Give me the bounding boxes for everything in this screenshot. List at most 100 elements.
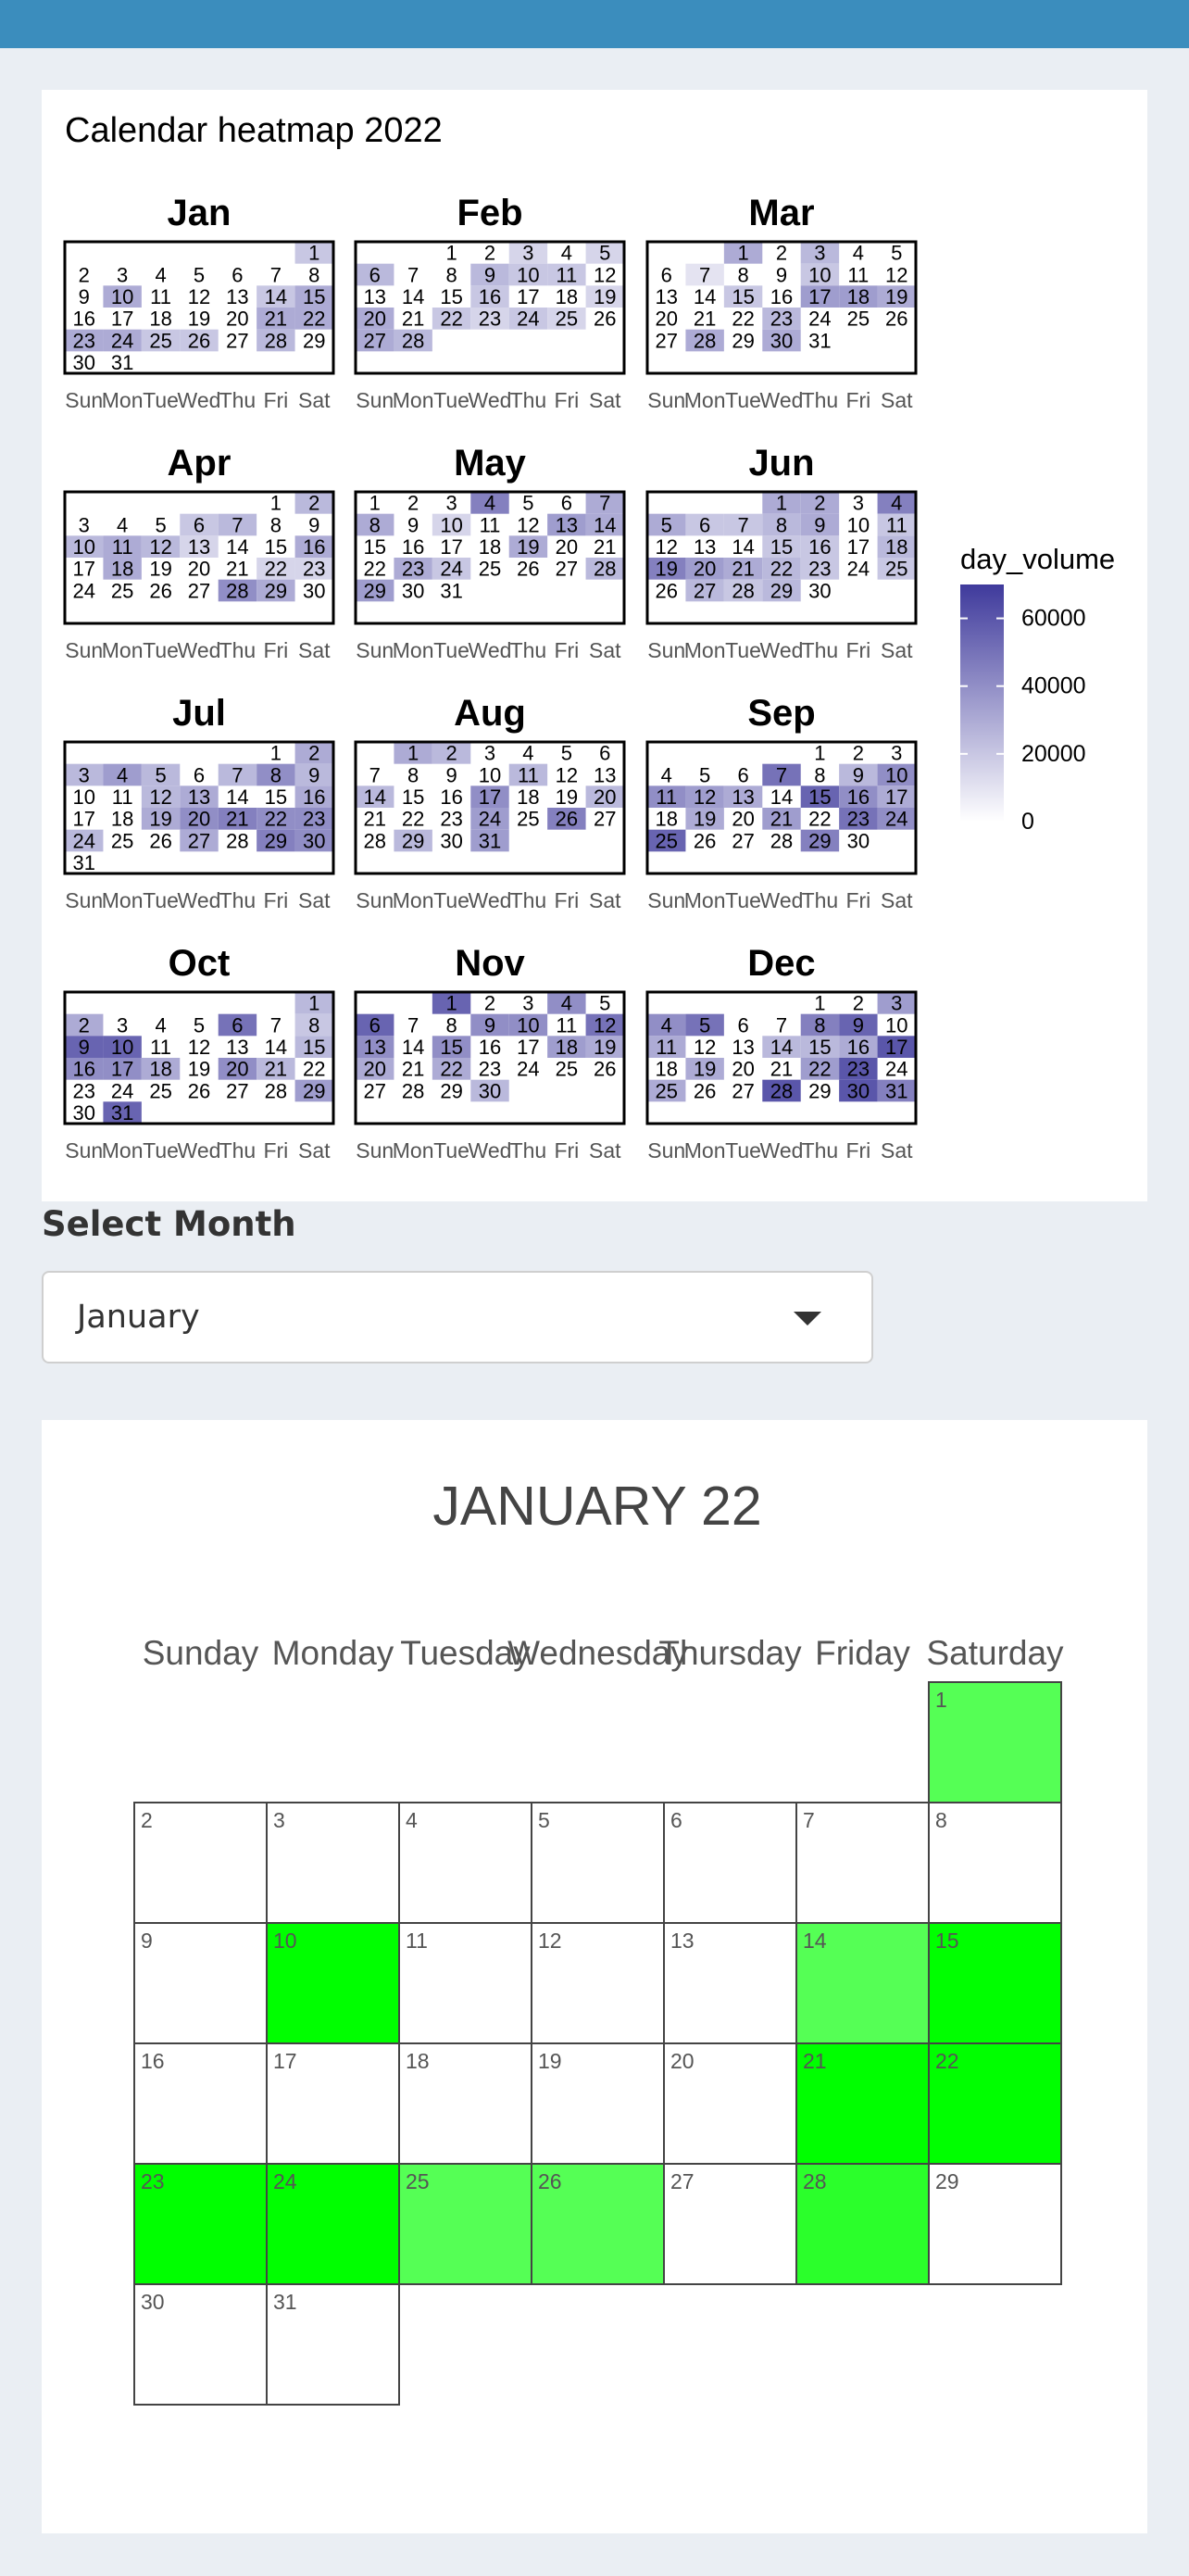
month-label: Sep xyxy=(747,693,815,734)
weekday-label: Wed xyxy=(178,888,221,912)
day-number: 6 xyxy=(232,1013,243,1037)
heatmap-panel: Calendar heatmap 2022 Jan 1 2 3 4 5 6 7 8 9 10 11 12 1… xyxy=(42,90,1147,1201)
day-number: 22 xyxy=(303,1058,325,1081)
day-cell-number: 6 xyxy=(670,1808,682,1832)
day-number: 19 xyxy=(694,808,716,831)
weekday-label: Sat xyxy=(589,388,621,412)
day-number: 5 xyxy=(522,492,533,515)
day-number: 20 xyxy=(594,785,616,809)
day-number: 12 xyxy=(694,785,716,809)
day-number: 29 xyxy=(808,1079,831,1102)
day-number: 19 xyxy=(149,558,171,581)
day-number: 4 xyxy=(484,492,495,515)
day-number: 23 xyxy=(808,558,831,581)
day-number: 4 xyxy=(155,1013,166,1037)
day-number: 9 xyxy=(445,763,457,786)
day-number: 5 xyxy=(699,1013,710,1037)
day-cell-number: 5 xyxy=(538,1808,550,1832)
day-number: 6 xyxy=(369,263,381,286)
day-number: 31 xyxy=(440,579,462,602)
weekday-header: Monday xyxy=(272,1634,394,1672)
day-number: 7 xyxy=(407,263,419,286)
day-number: 18 xyxy=(556,285,578,308)
day-number: 30 xyxy=(808,579,831,602)
day-number: 19 xyxy=(885,285,907,308)
day-number: 2 xyxy=(853,992,864,1015)
day-number: 19 xyxy=(517,535,539,559)
day-cell-number: 13 xyxy=(670,1929,695,1953)
month-label: Feb xyxy=(457,193,522,233)
weekday-label: Fri xyxy=(263,388,288,412)
weekday-label: Fri xyxy=(263,638,288,662)
weekday-label: Tue xyxy=(433,1138,469,1162)
day-cell-number: 15 xyxy=(935,1929,959,1953)
day-number: 30 xyxy=(402,579,424,602)
day-number: 27 xyxy=(188,829,210,852)
weekday-label: Sun xyxy=(65,1138,103,1162)
weekday-label: Thu xyxy=(219,1138,257,1162)
day-number: 9 xyxy=(776,263,787,286)
day-number: 22 xyxy=(732,308,754,331)
day-number: 26 xyxy=(188,1079,210,1102)
day-number: 19 xyxy=(594,285,616,308)
day-number: 22 xyxy=(440,1058,462,1081)
month-dropdown[interactable]: January xyxy=(42,1271,873,1363)
day-number: 10 xyxy=(847,513,870,536)
day-cell-number: 16 xyxy=(141,2049,165,2073)
day-cell xyxy=(398,1802,532,1924)
day-number: 25 xyxy=(111,579,133,602)
day-number: 16 xyxy=(72,1058,94,1081)
day-number: 31 xyxy=(111,1101,133,1125)
day-number: 6 xyxy=(561,492,572,515)
calendar-title: JANUARY 22 xyxy=(432,1476,761,1537)
day-number: 14 xyxy=(265,285,287,308)
top-bar xyxy=(0,0,1189,48)
day-number: 14 xyxy=(363,785,385,809)
day-number: 23 xyxy=(440,808,462,831)
chevron-down-icon[interactable] xyxy=(794,1312,821,1326)
day-number: 22 xyxy=(440,308,462,331)
day-number: 17 xyxy=(440,535,462,559)
day-number: 22 xyxy=(265,558,287,581)
day-number: 19 xyxy=(149,808,171,831)
weekday-label: Fri xyxy=(554,638,579,662)
month-label: May xyxy=(454,443,527,484)
day-number: 17 xyxy=(111,308,133,331)
day-number: 1 xyxy=(308,242,319,265)
weekday-label: Fri xyxy=(845,388,870,412)
day-cell-number: 1 xyxy=(935,1688,947,1712)
day-number: 29 xyxy=(402,829,424,852)
legend-tick-label: 40000 xyxy=(1021,673,1086,699)
day-number: 14 xyxy=(770,785,793,809)
day-number: 3 xyxy=(445,492,457,515)
day-number: 26 xyxy=(655,579,677,602)
day-number: 2 xyxy=(853,742,864,765)
weekday-label: Sat xyxy=(589,888,621,912)
day-number: 23 xyxy=(847,808,870,831)
day-number: 28 xyxy=(694,329,716,352)
day-number: 16 xyxy=(847,1036,870,1059)
day-number: 11 xyxy=(556,1013,577,1037)
day-number: 23 xyxy=(402,558,424,581)
day-cell-number: 22 xyxy=(935,2049,959,2073)
day-number: 2 xyxy=(814,492,825,515)
day-number: 13 xyxy=(694,535,716,559)
day-number: 10 xyxy=(885,1013,907,1037)
weekday-label: Wed xyxy=(178,1138,221,1162)
day-number: 27 xyxy=(188,579,210,602)
weekday-label: Wed xyxy=(469,1138,512,1162)
day-number: 10 xyxy=(72,535,94,559)
day-cell-number: 30 xyxy=(141,2290,165,2314)
day-number: 6 xyxy=(369,1013,381,1037)
day-number: 11 xyxy=(112,785,133,809)
day-cell xyxy=(928,1802,1062,1924)
day-number: 12 xyxy=(149,785,171,809)
day-number: 3 xyxy=(814,242,825,265)
day-number: 3 xyxy=(522,992,533,1015)
day-number: 17 xyxy=(479,785,501,809)
month-panel-mar: Mar1 2 3 4 56 7 8 9 10 11 1213 14 15 16 17 18 1920 21 22 23… xyxy=(645,193,918,412)
day-number: 26 xyxy=(188,329,210,352)
day-cell-number: 19 xyxy=(538,2049,562,2073)
day-number: 14 xyxy=(226,785,248,809)
day-number: 17 xyxy=(885,1036,907,1059)
